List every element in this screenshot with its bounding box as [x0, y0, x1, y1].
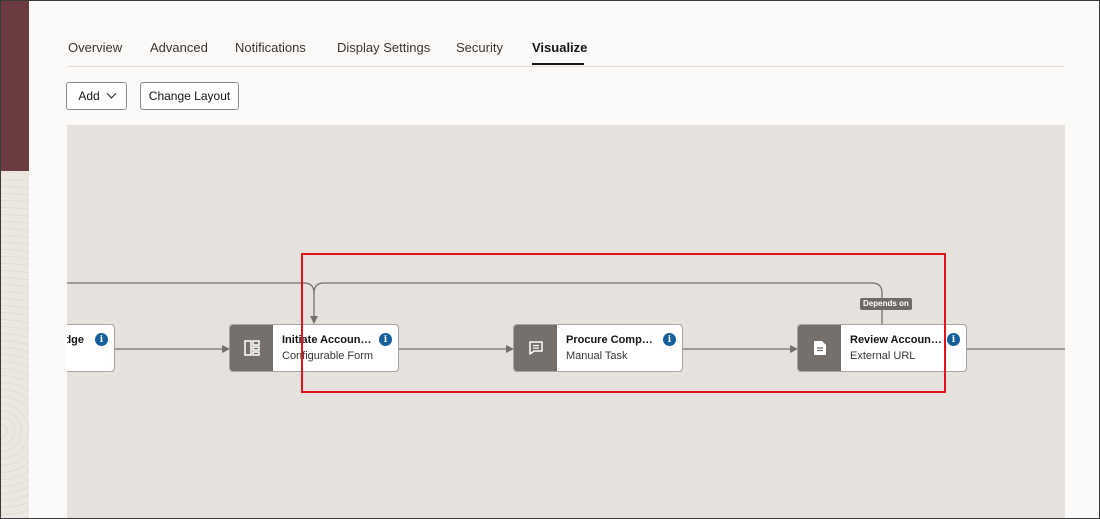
- active-tab-indicator: [532, 63, 584, 65]
- left-brand-strip: [1, 1, 29, 518]
- tab-display-settings[interactable]: Display Settings: [337, 40, 430, 55]
- brand-band: [1, 1, 29, 171]
- tab-advanced[interactable]: Advanced: [150, 40, 208, 55]
- node-title: dge: [67, 334, 84, 346]
- tab-visualize[interactable]: Visualize: [532, 40, 587, 55]
- form-icon: [230, 325, 273, 371]
- info-icon[interactable]: i: [947, 333, 960, 346]
- decorative-texture: [1, 171, 29, 518]
- highlight-box: [301, 253, 946, 393]
- tab-overview[interactable]: Overview: [68, 40, 122, 55]
- chevron-down-icon: [106, 88, 117, 99]
- workflow-node-acknowledge[interactable]: dge i: [67, 324, 115, 372]
- connector-edge: [67, 282, 318, 324]
- tab-security[interactable]: Security: [456, 40, 503, 55]
- tab-bar: Overview Advanced Notifications Display …: [67, 31, 1065, 67]
- change-layout-button[interactable]: Change Layout: [140, 82, 239, 110]
- tab-notifications[interactable]: Notifications: [235, 40, 306, 55]
- info-icon[interactable]: i: [95, 333, 108, 346]
- add-button-label: Add: [78, 89, 100, 103]
- add-button[interactable]: Add: [66, 82, 127, 110]
- application-window: Overview Advanced Notifications Display …: [0, 0, 1100, 519]
